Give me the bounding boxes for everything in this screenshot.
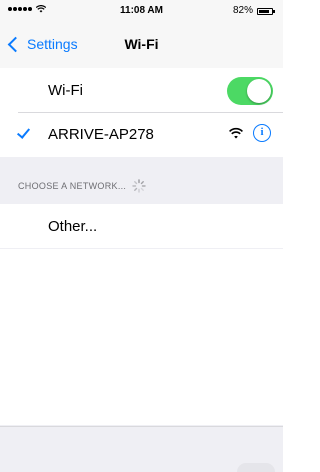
other-network-label: Other... — [48, 218, 98, 235]
partial-toggle[interactable] — [237, 463, 275, 472]
wifi-label: Wi-Fi — [48, 82, 83, 99]
battery-area: 82% — [232, 5, 275, 16]
phone-screen: 11:08 AM 82% Settings Wi-Fi Wi-Fi ARRIVE… — [0, 0, 283, 472]
empty-list-area — [0, 249, 283, 425]
wifi-toggle-row: Wi-Fi — [0, 68, 283, 113]
loading-spinner-icon — [132, 179, 146, 193]
battery-percent: 82% — [232, 5, 253, 16]
networks-group: Other... — [0, 204, 283, 248]
other-network-row[interactable]: Other... — [0, 204, 283, 249]
info-icon[interactable]: i — [253, 124, 271, 142]
navigation-bar: Settings Wi-Fi — [0, 22, 283, 69]
wifi-toggle[interactable] — [227, 77, 273, 105]
checkmark-icon — [16, 125, 31, 139]
status-bar: 11:08 AM 82% — [0, 0, 283, 22]
battery-icon — [257, 7, 275, 15]
bottom-section — [0, 426, 283, 472]
wifi-signal-icon — [229, 127, 243, 139]
connected-network-row[interactable]: ARRIVE-AP278 i — [0, 112, 283, 157]
toggle-knob — [247, 79, 271, 103]
section-header: CHOOSE A NETWORK... — [18, 179, 146, 193]
wifi-group: Wi-Fi ARRIVE-AP278 i — [0, 68, 283, 157]
connected-network-name: ARRIVE-AP278 — [48, 126, 154, 143]
choose-network-label: CHOOSE A NETWORK... — [18, 181, 127, 191]
page-title: Wi-Fi — [124, 36, 159, 52]
